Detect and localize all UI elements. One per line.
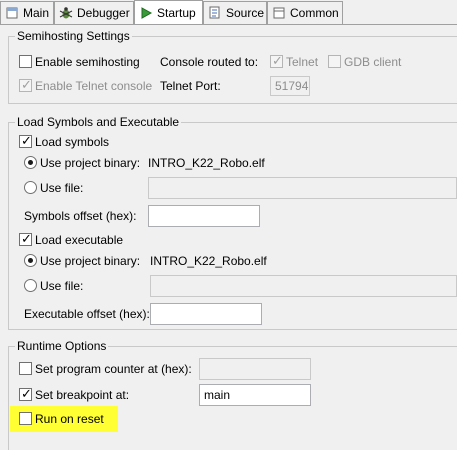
executable-file-field[interactable] [150,275,457,297]
load-symbols-label: Load symbols [35,135,110,149]
startup-play-icon [139,6,153,20]
enable-semihosting-checkbox[interactable] [19,55,32,68]
load-symbols-checkbox[interactable]: ✓ [19,133,32,148]
enable-telnet-console-checkbox[interactable]: ✓ [19,77,32,92]
set-program-counter-checkbox[interactable] [19,362,32,375]
tab-bar: Main Debugger Startup Source Common [0,0,457,25]
enable-semihosting-label: Enable semihosting [35,55,140,69]
symbols-file-field[interactable] [148,177,457,199]
telnet-label: Telnet [286,55,319,69]
symbols-use-project-binary-radio[interactable] [24,156,37,169]
set-breakpoint-checkbox[interactable]: ✓ [19,386,32,401]
symbols-offset-label: Symbols offset (hex): [24,209,137,223]
symbols-binary-name: INTRO_K22_Robo.elf [148,156,265,170]
semihosting-group-title: Semihosting Settings [15,28,132,44]
breakpoint-field[interactable]: main [199,384,311,406]
tab-source-label: Source [226,6,265,20]
console-routed-to-label: Console routed to: [160,55,259,69]
program-counter-field[interactable] [199,358,311,380]
load-group-title: Load Symbols and Executable [15,114,182,130]
enable-telnet-console-label: Enable Telnet console [35,79,153,93]
runtime-group-title: Runtime Options [15,338,109,354]
common-page-icon [272,6,286,20]
gdb-client-label: GDB client [344,55,402,69]
main-tab-icon [5,6,19,20]
run-on-reset-label: Run on reset [35,412,104,426]
executable-binary-name: INTRO_K22_Robo.elf [150,254,267,268]
gdb-client-checkbox[interactable] [328,55,341,68]
executable-use-project-binary-radio[interactable] [24,254,37,267]
symbols-use-project-binary-label: Use project binary: [40,156,141,170]
load-executable-checkbox[interactable]: ✓ [19,231,32,246]
telnet-port-label: Telnet Port: [160,79,221,93]
run-on-reset-checkbox[interactable] [19,412,32,425]
tab-common-label: Common [290,6,339,20]
debugger-bug-icon [59,6,73,20]
tab-debugger[interactable]: Debugger [54,1,134,24]
symbols-use-file-radio[interactable] [24,181,37,194]
tab-separator [0,24,457,25]
executable-offset-field[interactable] [150,303,262,325]
tab-startup[interactable]: Startup [134,0,203,25]
load-executable-label: Load executable [35,233,124,247]
set-program-counter-label: Set program counter at (hex): [35,362,192,376]
tab-debugger-label: Debugger [77,6,130,20]
symbols-use-file-label: Use file: [40,181,84,195]
tab-main[interactable]: Main [0,1,54,24]
executable-use-file-radio[interactable] [24,279,37,292]
symbols-offset-field[interactable] [148,205,260,227]
tab-startup-label: Startup [157,6,196,20]
tab-source[interactable]: Source [203,1,267,24]
executable-use-project-binary-label: Use project binary: [40,254,141,268]
tab-main-label: Main [23,6,50,20]
telnet-checkbox[interactable]: ✓ [270,53,283,68]
executable-use-file-label: Use file: [40,279,84,293]
source-lookup-icon [208,6,222,20]
executable-offset-label: Executable offset (hex): [24,307,150,321]
tab-common[interactable]: Common [267,1,343,24]
telnet-port-field[interactable]: 51794 [270,76,310,96]
set-breakpoint-label: Set breakpoint at: [35,388,130,402]
